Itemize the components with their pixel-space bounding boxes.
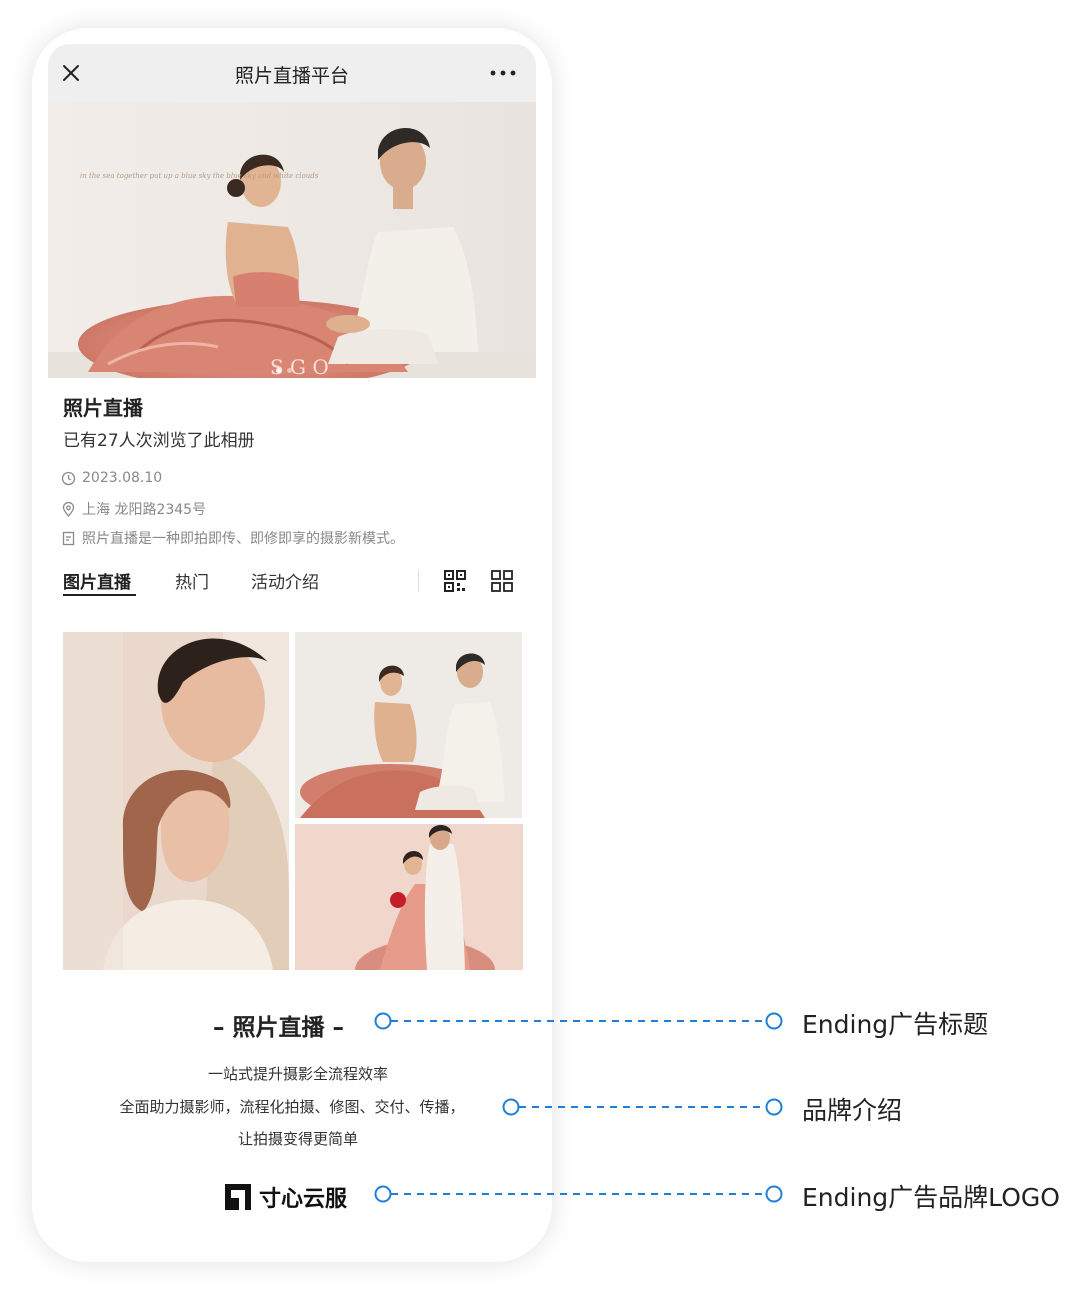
annotation-brand-intro: 品牌介绍 — [802, 1096, 903, 1125]
callout-dot — [765, 1012, 783, 1030]
callout-lines — [374, 1012, 783, 1203]
annotation-brand-logo: Ending广告品牌LOGO — [802, 1183, 1060, 1212]
callout-dot — [765, 1098, 783, 1116]
callout-dot — [374, 1185, 392, 1203]
callout-dot — [765, 1185, 783, 1203]
annotation-ending-title: Ending广告标题 — [802, 1010, 989, 1039]
callout-dot — [374, 1012, 392, 1030]
callout-dot — [502, 1098, 520, 1116]
